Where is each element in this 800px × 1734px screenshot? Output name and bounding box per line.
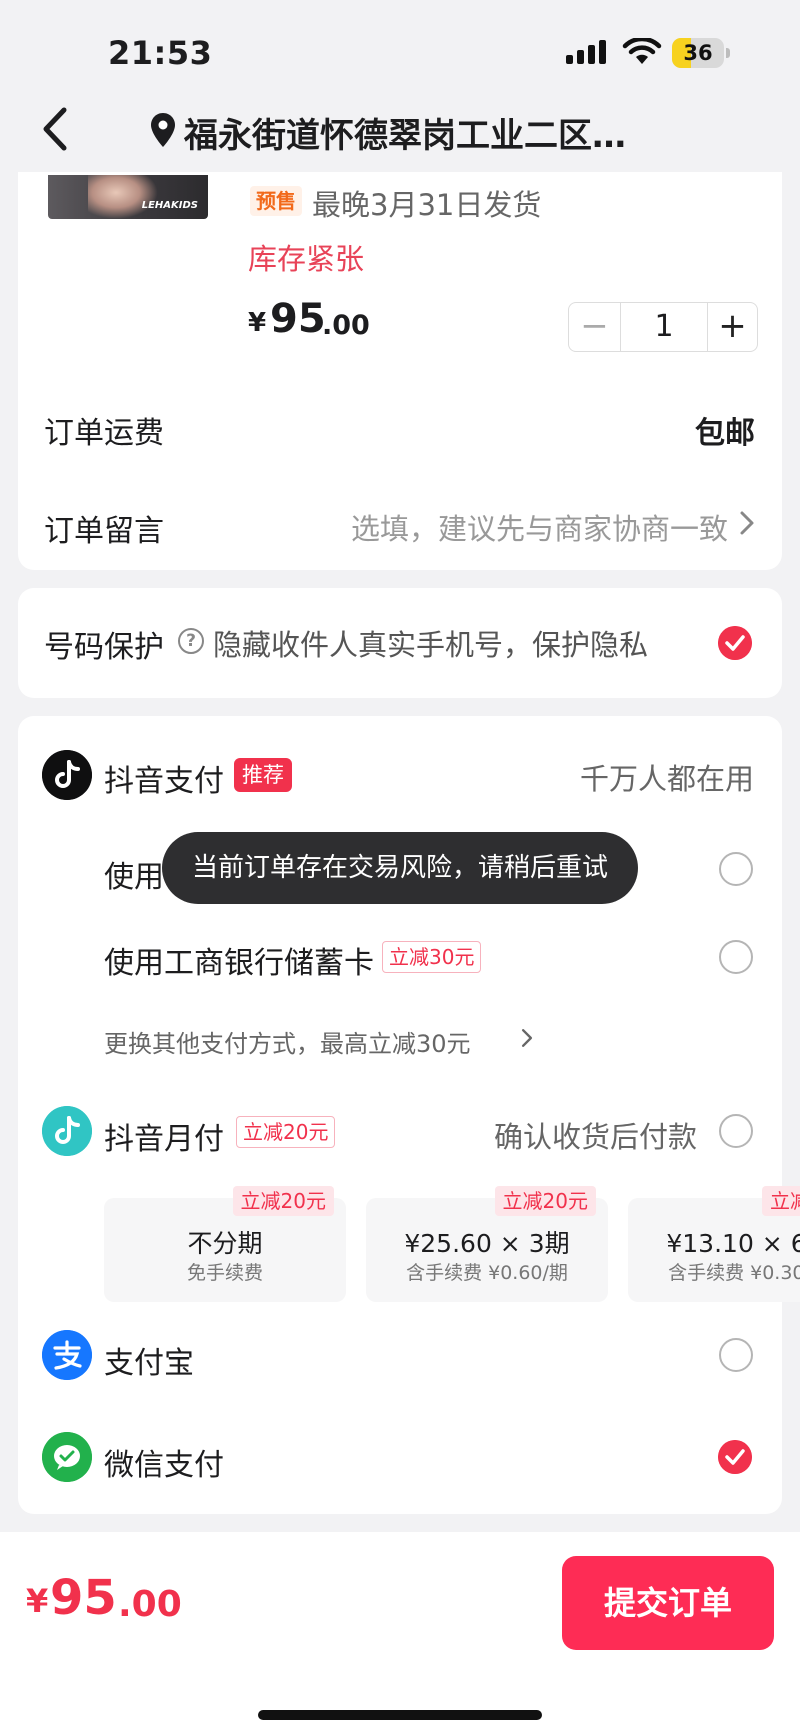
plan-sub: 含手续费 ¥0.30/期 [668, 1262, 800, 1284]
douyin-pay-logo-icon [42, 750, 92, 800]
back-icon[interactable] [38, 104, 74, 154]
price-symbol: ¥ [248, 308, 267, 338]
total-integer: 95 [50, 1570, 117, 1626]
price-integer: 95 [270, 296, 326, 342]
privacy-label: 号码保护 [44, 630, 164, 665]
wifi-icon [622, 38, 662, 64]
more-payment-methods-link[interactable]: 更换其他支付方式，最高立减30元 [104, 1024, 471, 1059]
home-indicator[interactable] [258, 1710, 542, 1720]
plan-main: ¥13.10 × 6期 [666, 1229, 800, 1258]
plan-discount-tag: 立减20元 [494, 1186, 596, 1216]
quantity-increase-button[interactable]: + [707, 303, 757, 351]
alipay-radio[interactable] [719, 1338, 753, 1372]
monthly-discount-tag: 立减20元 [236, 1116, 336, 1148]
plan-main: ¥25.60 × 3期 [404, 1229, 570, 1258]
installment-plan[interactable]: 立减20元 ¥13.10 × 6期 含手续费 ¥0.30/期 [628, 1186, 800, 1302]
privacy-description: 隐藏收件人真实手机号，保护隐私 [213, 628, 649, 662]
total-symbol: ¥ [26, 1582, 49, 1620]
shipping-fee-value: 包邮 [695, 416, 755, 451]
chevron-right-icon[interactable] [738, 508, 756, 538]
installment-plan[interactable]: 立减20元 ¥25.60 × 3期 含手续费 ¥0.60/期 [366, 1186, 608, 1302]
pay-option-2-radio[interactable] [719, 940, 753, 974]
quantity-value[interactable]: 1 [621, 303, 707, 351]
douyin-pay-hint: 千万人都在用 [579, 762, 754, 796]
price-decimal: .00 [322, 310, 370, 341]
chevron-right-icon[interactable] [520, 1026, 534, 1050]
location-pin-icon [151, 113, 175, 147]
plan-discount-tag: 立减20元 [232, 1186, 334, 1216]
quantity-stepper: − 1 + [568, 302, 758, 352]
wechat-pay-logo-icon [42, 1432, 92, 1482]
recommended-badge: 推荐 [234, 758, 292, 792]
plan-discount-tag: 立减20元 [762, 1186, 800, 1216]
shipping-fee-label: 订单运费 [44, 416, 164, 451]
order-note-label: 订单留言 [44, 514, 164, 549]
alipay-logo-icon [42, 1330, 92, 1380]
shipping-date: 最晚3月31日发货 [312, 188, 542, 222]
alipay-title[interactable]: 支付宝 [104, 1338, 194, 1382]
product-thumbnail[interactable]: LEHAKIDS [48, 175, 208, 219]
battery-level: 36 [683, 41, 713, 65]
status-time: 21:53 [108, 34, 213, 72]
installment-plan[interactable]: 立减20元 不分期 免手续费 [104, 1186, 346, 1302]
submit-order-button[interactable]: 提交订单 [562, 1556, 774, 1650]
plan-sub: 免手续费 [186, 1262, 263, 1284]
wechat-pay-title[interactable]: 微信支付 [104, 1440, 224, 1484]
pay-option-1-label[interactable]: 使用 [104, 852, 164, 896]
privacy-checkbox[interactable] [718, 626, 752, 660]
thumb-brand-text: LEHAKIDS [141, 200, 198, 211]
cellular-signal-icon [566, 40, 608, 64]
presale-tag: 预售 [250, 186, 302, 216]
discount-tag: 立减30元 [382, 941, 482, 973]
quantity-decrease-button[interactable]: − [569, 303, 621, 351]
total-decimal: .00 [118, 1584, 182, 1625]
stock-warning: 库存紧张 [248, 242, 365, 276]
delivery-address[interactable]: 福永街道怀德翠岗工业二区… [184, 108, 634, 157]
plan-sub: 含手续费 ¥0.60/期 [406, 1262, 568, 1284]
douyin-monthly-logo-icon [42, 1106, 92, 1156]
risk-toast: 当前订单存在交易风险，请稍后重试 [162, 832, 638, 904]
monthly-hint: 确认收货后付款 [494, 1120, 698, 1154]
order-note-input[interactable]: 选填，建议先与商家协商一致 [351, 506, 728, 548]
pay-option-2-label[interactable]: 使用工商银行储蓄卡 [104, 938, 374, 982]
monthly-radio[interactable] [719, 1114, 753, 1148]
pay-option-1-radio[interactable] [719, 852, 753, 886]
battery-icon: 36 [672, 38, 730, 68]
help-icon[interactable]: ? [178, 628, 204, 654]
douyin-pay-title[interactable]: 抖音支付 [104, 756, 224, 800]
plan-main: 不分期 [187, 1229, 263, 1258]
wechat-pay-checkbox[interactable] [718, 1440, 752, 1474]
douyin-monthly-title[interactable]: 抖音月付 [104, 1114, 224, 1158]
